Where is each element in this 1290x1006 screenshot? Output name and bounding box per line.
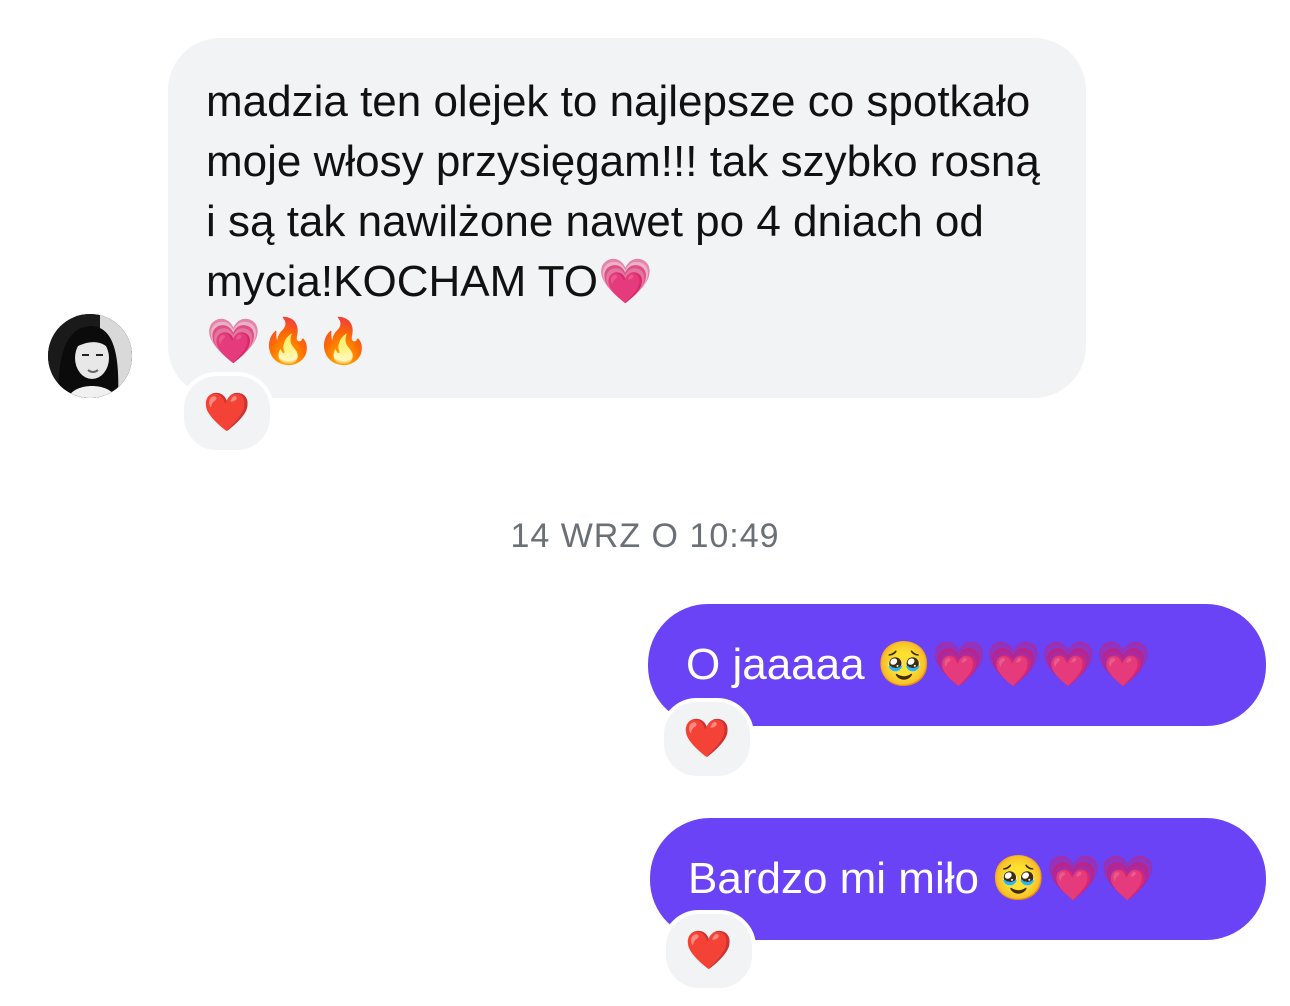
outgoing-message-text: O jaaaaa 🥹💗💗💗💗 xyxy=(686,640,1151,689)
outgoing-message-reaction[interactable]: ❤️ xyxy=(662,910,756,992)
incoming-message-reaction[interactable]: ❤️ xyxy=(180,372,274,454)
heart-reaction-icon: ❤️ xyxy=(683,718,731,760)
avatar-photo xyxy=(48,314,132,398)
heart-reaction-icon: ❤️ xyxy=(203,392,251,434)
message-timestamp: 14 WRZ O 10:49 xyxy=(510,517,780,555)
heart-reaction-icon: ❤️ xyxy=(685,930,733,972)
outgoing-message-text: Bardzo mi miło 🥹💗💗 xyxy=(688,854,1156,903)
contact-avatar[interactable] xyxy=(48,314,132,398)
incoming-message-bubble[interactable]: madzia ten olejek to najlepsze co spotka… xyxy=(168,38,1086,398)
chat-thread: madzia ten olejek to najlepsze co spotka… xyxy=(0,0,1290,1006)
incoming-message-text: madzia ten olejek to najlepsze co spotka… xyxy=(206,77,1040,366)
outgoing-message-reaction[interactable]: ❤️ xyxy=(660,698,754,780)
